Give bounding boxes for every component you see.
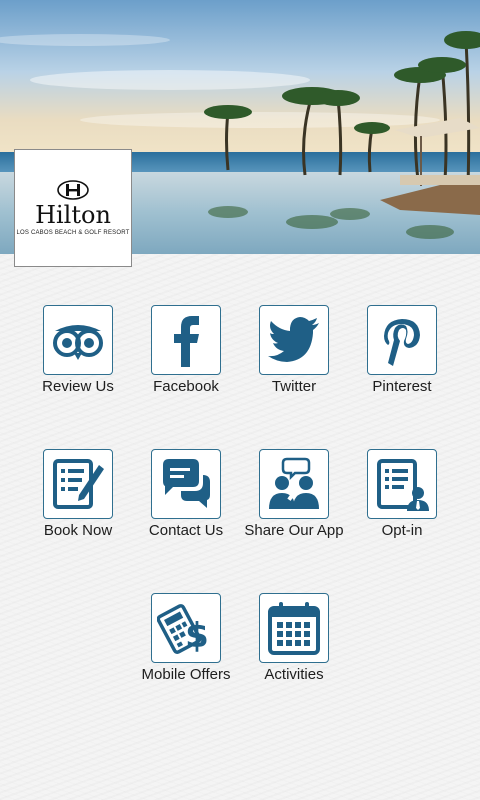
tripadvisor-owl-icon xyxy=(53,325,103,360)
tile-label: Review Us xyxy=(42,378,114,395)
calendar-icon xyxy=(268,602,320,655)
tile-label: Book Now xyxy=(43,522,113,539)
svg-text:$: $ xyxy=(185,616,209,656)
tile-label: Pinterest xyxy=(372,378,432,395)
tile-mobile-offers[interactable]: $ Mobile Offers xyxy=(132,593,240,684)
tile-label: Opt-in xyxy=(381,522,423,539)
tile-label: Activities xyxy=(264,666,324,683)
document-user-icon xyxy=(377,459,429,511)
facebook-icon xyxy=(174,316,199,367)
tile-opt-in[interactable]: Opt-in xyxy=(348,449,456,540)
pinterest-icon xyxy=(384,319,420,366)
people-share-icon xyxy=(269,457,319,509)
twitter-bird-icon xyxy=(268,317,319,362)
tile-activities[interactable]: Activities xyxy=(240,593,348,684)
tile-pinterest[interactable]: Pinterest xyxy=(348,305,456,396)
tile-review-us[interactable]: Review Us xyxy=(24,305,132,396)
tile-facebook[interactable]: Facebook xyxy=(132,305,240,396)
tile-label: Mobile Offers xyxy=(141,666,231,683)
tile-twitter[interactable]: Twitter xyxy=(240,305,348,396)
tile-label: Facebook xyxy=(153,378,219,395)
tile-book-now[interactable]: Book Now xyxy=(24,449,132,540)
tile-contact-us[interactable]: Contact Us xyxy=(132,449,240,540)
calculator-dollar-icon: $ xyxy=(157,604,209,656)
menu-grid: Review Us Facebook Twitter Pinterest Boo… xyxy=(0,0,480,800)
tile-label: Twitter xyxy=(271,378,317,395)
document-pen-icon xyxy=(53,459,104,509)
tile-share-our-app[interactable]: Share Our App xyxy=(240,449,348,540)
tile-label: Share Our App xyxy=(244,522,344,539)
tile-label: Contact Us xyxy=(148,522,224,539)
chat-bubbles-icon xyxy=(163,459,210,508)
